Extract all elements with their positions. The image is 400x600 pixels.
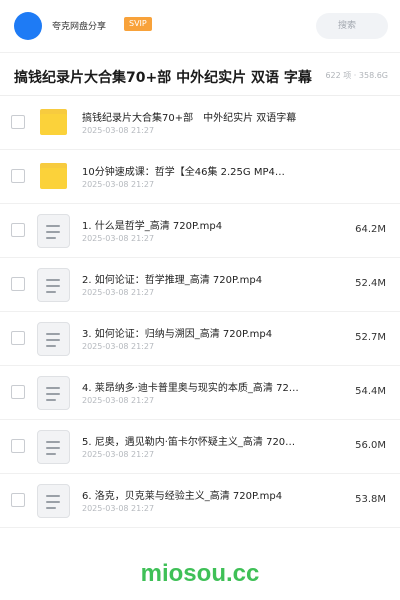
file-icon — [37, 268, 70, 302]
item-size: 56.0M — [355, 440, 386, 451]
item-name[interactable]: 1. 什么是哲学_高清 720P.mp4 — [82, 217, 332, 232]
item-size: 52.7M — [355, 332, 386, 343]
file-icon — [37, 214, 70, 248]
item-name[interactable]: 搞钱纪录片大合集70+部 中外纪实片 双语字幕 — [82, 109, 332, 124]
file-icon — [37, 484, 70, 518]
page-title: 搞钱纪录片大合集70+部 中外纪实片 双语 字幕 — [14, 70, 312, 86]
item-name[interactable]: 10分钟速成课：哲学【全46集 2.25G MP4… — [82, 163, 332, 178]
folder-icon — [40, 109, 67, 135]
item-date: 2025-03-08 21:27 — [82, 126, 155, 135]
file-list: 搞钱纪录片大合集70+部 中外纪实片 双语字幕 2025-03-08 21:27 1… — [0, 96, 400, 528]
item-name[interactable]: 6. 洛克，贝克莱与经验主义_高清 720P.mp4 — [82, 487, 332, 502]
share-stats: 622 项 · 358.6G — [325, 71, 388, 80]
row-checkbox[interactable] — [11, 439, 25, 453]
item-size: 53.8M — [355, 494, 386, 505]
row-checkbox[interactable] — [11, 331, 25, 345]
row-checkbox[interactable] — [11, 493, 25, 507]
folder-row[interactable]: 搞钱纪录片大合集70+部 中外纪实片 双语字幕 2025-03-08 21:27 — [0, 96, 400, 150]
item-date: 2025-03-08 21:27 — [82, 234, 155, 243]
top-bar: 夸克网盘分享 SVIP 搜索 — [0, 0, 400, 52]
item-name[interactable]: 3. 如何论证：归纳与溯因_高清 720P.mp4 — [82, 325, 332, 340]
item-size: 54.4M — [355, 386, 386, 397]
share-title-bar: 搞钱纪录片大合集70+部 中外纪实片 双语 字幕 622 项 · 358.6G — [0, 52, 400, 96]
item-name[interactable]: 2. 如何论证：哲学推理_高清 720P.mp4 — [82, 271, 332, 286]
row-checkbox[interactable] — [11, 277, 25, 291]
item-date: 2025-03-08 21:27 — [82, 288, 155, 297]
item-name[interactable]: 5. 尼奥，遇见勒内·笛卡尔怀疑主义_高清 720… — [82, 433, 332, 448]
row-checkbox[interactable] — [11, 169, 25, 183]
file-row[interactable]: 2. 如何论证：哲学推理_高清 720P.mp4 2025-03-08 21:27… — [0, 258, 400, 312]
file-row[interactable]: 4. 莱昂纳多·迪卡普里奥与现实的本质_高清 72… 2025-03-08 21:… — [0, 366, 400, 420]
row-checkbox[interactable] — [11, 385, 25, 399]
file-row[interactable]: 3. 如何论证：归纳与溯因_高清 720P.mp4 2025-03-08 21:2… — [0, 312, 400, 366]
row-checkbox[interactable] — [11, 115, 25, 129]
watermark: miosou.cc — [140, 560, 260, 587]
file-icon — [37, 430, 70, 464]
item-date: 2025-03-08 21:27 — [82, 342, 155, 351]
file-icon — [37, 376, 70, 410]
avatar[interactable] — [14, 12, 42, 40]
item-date: 2025-03-08 21:27 — [82, 504, 155, 513]
file-row[interactable]: 5. 尼奥，遇见勒内·笛卡尔怀疑主义_高清 720… 2025-03-08 21:… — [0, 420, 400, 474]
item-size: 52.4M — [355, 278, 386, 289]
brand-name: 夸克网盘分享 — [52, 22, 107, 32]
file-icon — [37, 322, 70, 356]
item-name[interactable]: 4. 莱昂纳多·迪卡普里奥与现实的本质_高清 72… — [82, 379, 332, 394]
folder-icon — [40, 163, 67, 189]
search-input[interactable]: 搜索 — [316, 13, 388, 39]
row-checkbox[interactable] — [11, 223, 25, 237]
svip-badge: SVIP — [124, 17, 152, 31]
file-row[interactable]: 1. 什么是哲学_高清 720P.mp4 2025-03-08 21:27 64.2… — [0, 204, 400, 258]
item-date: 2025-03-08 21:27 — [82, 180, 155, 189]
item-date: 2025-03-08 21:27 — [82, 396, 155, 405]
file-row[interactable]: 6. 洛克，贝克莱与经验主义_高清 720P.mp4 2025-03-08 21:… — [0, 474, 400, 528]
item-size: 64.2M — [355, 224, 386, 235]
folder-row[interactable]: 10分钟速成课：哲学【全46集 2.25G MP4… 2025-03-08 21:… — [0, 150, 400, 204]
item-date: 2025-03-08 21:27 — [82, 450, 155, 459]
